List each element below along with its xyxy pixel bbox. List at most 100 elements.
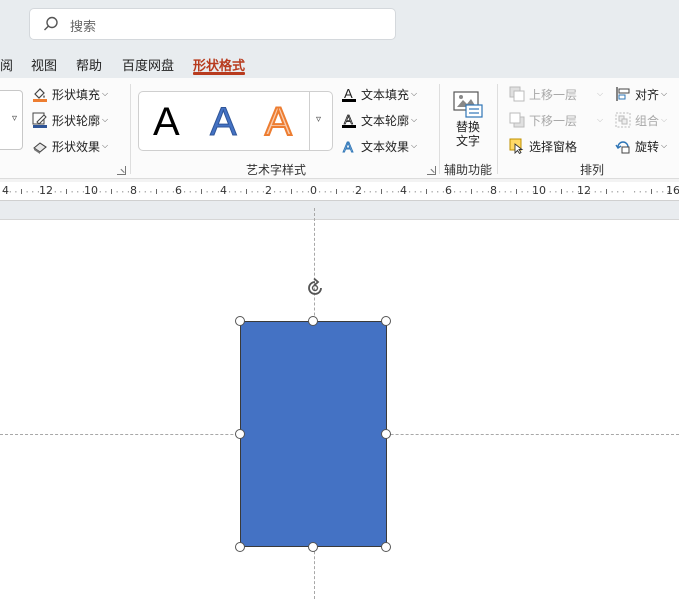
resize-handle-right[interactable] <box>381 429 391 439</box>
ruler-label: 6 <box>175 184 182 197</box>
svg-text:A: A <box>344 112 353 127</box>
text-outline-icon: A <box>342 112 356 128</box>
chevron-down-icon: ⌵ <box>102 89 109 98</box>
alt-text-label-line2: 文字 <box>455 134 480 148</box>
text-effects-button[interactable]: A 文本效果 ⌵ <box>341 135 418 157</box>
horizontal-ruler: 4 12 10 8 6 4 2 0 2 4 6 8 10 12 16 <box>0 182 679 201</box>
chevron-down-icon: ⌵ <box>661 141 668 150</box>
alt-text-button[interactable]: 替换 文字 <box>446 88 490 154</box>
resize-handle-top[interactable] <box>308 316 318 326</box>
send-backward-icon <box>509 112 525 128</box>
text-fill-button[interactable]: A 文本填充 ⌵ <box>341 83 417 105</box>
chevron-down-icon: ▿ <box>11 113 17 124</box>
search-input[interactable]: 搜索 <box>29 8 396 40</box>
wordart-style-blue[interactable]: A <box>210 100 238 145</box>
group-separator <box>130 84 131 174</box>
tab-view[interactable]: 视图 <box>31 55 57 74</box>
shape-effects-button[interactable]: 形状效果 ⌵ <box>32 135 108 157</box>
rotate-button[interactable]: 旋转 ⌵ <box>615 135 667 157</box>
chevron-down-icon: ⌵ <box>597 115 604 124</box>
align-label: 对齐 <box>635 87 660 102</box>
svg-text:A: A <box>344 86 353 101</box>
text-fill-label: 文本填充 <box>361 87 410 102</box>
resize-handle-bottom[interactable] <box>308 542 318 552</box>
ruler-label: 12 <box>39 184 53 197</box>
ruler-label: 6 <box>445 184 452 197</box>
send-backward-label: 下移一层 <box>529 113 578 128</box>
wordart-gallery-more-button[interactable]: ▿ <box>309 91 333 151</box>
text-effects-icon: A <box>343 139 354 154</box>
align-left-icon <box>616 87 630 101</box>
text-fill-icon: A <box>342 86 356 102</box>
resize-handle-bottom-right[interactable] <box>381 542 391 552</box>
wordart-styles-gallery: A A A <box>138 91 310 151</box>
ruler-label: 10 <box>532 184 546 197</box>
rotate-icon <box>615 141 630 154</box>
wordart-style-orange[interactable]: A <box>264 99 293 145</box>
group-label: 组合 <box>635 113 660 128</box>
tab-help[interactable]: 帮助 <box>76 55 102 74</box>
align-button[interactable]: 对齐 ⌵ <box>615 83 667 105</box>
tab-review[interactable]: 阅 <box>0 55 13 74</box>
ruler-label: 4 <box>400 184 407 197</box>
chevron-down-icon: ⌵ <box>102 115 109 124</box>
shape-fill-label: 形状填充 <box>52 87 101 102</box>
rotate-handle-icon[interactable] <box>303 276 327 300</box>
ruler-label: 16 <box>666 184 679 197</box>
ruler-label: 4 <box>2 184 9 197</box>
paint-bucket-icon <box>33 88 47 102</box>
resize-handle-left[interactable] <box>235 429 245 439</box>
chevron-down-icon: ⌵ <box>661 115 668 124</box>
chevron-down-icon: ⌵ <box>661 89 668 98</box>
shape-fill-button[interactable]: 形状填充 ⌵ <box>32 83 108 105</box>
resize-handle-bottom-left[interactable] <box>235 542 245 552</box>
selection-pane-icon <box>509 138 524 154</box>
bring-forward-button[interactable]: 上移一层 ⌵ <box>509 83 603 105</box>
text-effects-label: 文本效果 <box>361 139 410 154</box>
text-outline-label: 文本轮廓 <box>361 113 410 128</box>
shape-styles-launcher-icon[interactable] <box>117 166 126 175</box>
ruler-label: 4 <box>220 184 227 197</box>
search-icon <box>44 16 58 31</box>
ruler-label: 2 <box>265 184 272 197</box>
wordart-styles-group-label: 艺术字样式 <box>246 163 307 177</box>
pencil-icon <box>32 112 47 128</box>
shape-effects-label: 形状效果 <box>52 139 101 154</box>
chevron-down-icon: ⌵ <box>411 141 418 150</box>
resize-handle-top-right[interactable] <box>381 316 391 326</box>
bring-forward-label: 上移一层 <box>529 87 578 102</box>
resize-handle-top-left[interactable] <box>235 316 245 326</box>
ruler-label: 10 <box>84 184 98 197</box>
wordart-styles-launcher-icon[interactable] <box>427 166 436 175</box>
shape-outline-label: 形状轮廓 <box>52 113 101 128</box>
chevron-down-icon: ⌵ <box>102 141 109 150</box>
ribbon-tabs: 阅 视图 帮助 百度网盘 形状格式 <box>0 48 679 78</box>
group-button[interactable]: 组合 ⌵ <box>615 109 667 131</box>
selection-pane-button[interactable]: 选择窗格 <box>509 135 577 157</box>
send-backward-button[interactable]: 下移一层 ⌵ <box>509 109 603 131</box>
shape-gallery-more-button[interactable]: ▿ <box>0 90 23 150</box>
wordart-style-black[interactable]: A <box>153 100 180 144</box>
ruler-label: 8 <box>490 184 497 197</box>
chevron-down-icon: ⌵ <box>411 115 418 124</box>
ruler-label: 0 <box>310 184 317 197</box>
chevron-down-icon: ⌵ <box>411 89 418 98</box>
svg-text:A: A <box>343 139 353 154</box>
active-tab-indicator <box>193 72 245 75</box>
title-bar: 搜索 <box>0 0 679 48</box>
bring-forward-icon <box>509 86 525 102</box>
alt-text-label-line1: 替换 <box>455 120 480 134</box>
tab-baidu-netdisk[interactable]: 百度网盘 <box>122 55 174 74</box>
text-outline-button[interactable]: A 文本轮廓 ⌵ <box>341 109 417 131</box>
group-icon <box>615 112 631 128</box>
accessibility-group-label: 辅助功能 <box>444 163 493 177</box>
chevron-down-icon: ▿ <box>316 114 322 125</box>
ruler-label: 2 <box>355 184 362 197</box>
ribbon: ▿ 形状填充 ⌵ 形状轮廓 ⌵ 形状效果 ⌵ A A A ▿ A 文本填充 ⌵ … <box>0 78 679 182</box>
shape-outline-button[interactable]: 形状轮廓 ⌵ <box>32 109 108 131</box>
ruler-label: 12 <box>577 184 591 197</box>
shape-effects-icon <box>33 142 47 154</box>
rotate-label: 旋转 <box>635 139 660 154</box>
selection-pane-label: 选择窗格 <box>529 139 578 154</box>
rectangle-shape[interactable] <box>240 321 387 547</box>
